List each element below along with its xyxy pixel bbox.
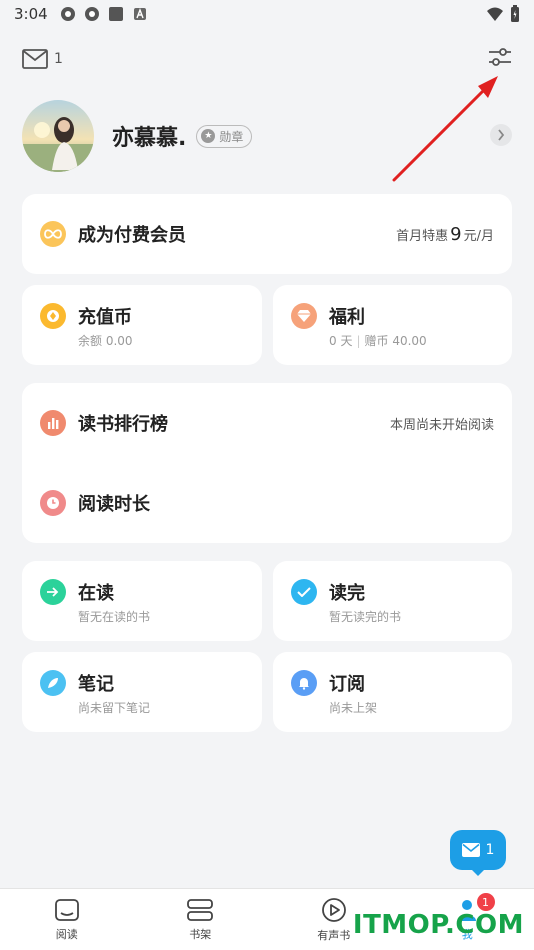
notes-card[interactable]: 笔记 尚未留下笔记 [22, 652, 262, 732]
reading-title: 在读 [78, 583, 114, 604]
finished-card[interactable]: 读完 暂无读完的书 [273, 561, 512, 641]
notes-title: 笔记 [78, 674, 114, 695]
reading-card[interactable]: 在读 暂无在读的书 [22, 561, 262, 641]
audiobook-icon [321, 897, 346, 922]
recharge-title: 充值币 [78, 307, 132, 328]
fab-tail [470, 868, 486, 876]
coin-icon [40, 303, 66, 329]
square-notification-icon [108, 7, 123, 21]
mail-button[interactable]: 1 [22, 49, 63, 69]
app-notification-icon [60, 7, 75, 21]
duration-title: 阅读时长 [78, 494, 150, 515]
battery-icon [511, 5, 519, 22]
vip-price: 9 [450, 223, 462, 245]
welfare-card[interactable]: 福利 0 天 | 赠币 40.00 [273, 285, 512, 365]
notes-sub: 尚未留下笔记 [78, 701, 151, 715]
status-time: 3:04 [14, 5, 48, 23]
floating-message-button[interactable]: 1 [450, 830, 506, 870]
nav-item-bookshelf[interactable]: 书架 [134, 889, 268, 950]
subscribe-title: 订阅 [329, 674, 365, 695]
finished-title: 读完 [329, 583, 365, 604]
settings-button[interactable] [488, 46, 512, 72]
recharge-card[interactable]: 充值币 余额 0.00 [22, 285, 262, 365]
vip-title: 成为付费会员 [78, 225, 186, 246]
mail-icon [22, 49, 48, 69]
nav-label-bookshelf: 书架 [189, 927, 212, 941]
subscribe-sub: 尚未上架 [329, 701, 378, 715]
star-icon: ★ [201, 129, 216, 143]
nav-label-read: 阅读 [55, 927, 78, 941]
reading-stats-card: 读书排行榜 本周尚未开始阅读 阅读时长 [22, 383, 512, 543]
wifi-icon [487, 7, 503, 21]
badge-label: 勋章 [219, 129, 244, 144]
settings-sliders-icon [489, 48, 511, 66]
recharge-balance: 余额 0.00 [78, 334, 133, 348]
nav-label-audiobook: 有声书 [317, 928, 351, 942]
duration-row[interactable]: 阅读时长 [40, 490, 494, 516]
app-notification-icon [84, 7, 99, 21]
ranking-row[interactable]: 读书排行榜 本周尚未开始阅读 [40, 410, 494, 436]
arrow-right-icon [40, 579, 66, 605]
medal-badge[interactable]: ★ 勋章 [196, 124, 253, 148]
bell-icon [291, 670, 317, 696]
bar-chart-icon [40, 410, 66, 436]
a-notification-icon [133, 8, 146, 20]
read-icon [54, 898, 79, 921]
avatar[interactable] [22, 100, 94, 172]
chevron-right-icon [498, 129, 505, 141]
feather-icon [40, 670, 66, 696]
clock-icon [40, 490, 66, 516]
mail-count: 1 [54, 51, 63, 67]
ranking-title: 读书排行榜 [78, 414, 168, 435]
infinity-icon [40, 221, 66, 247]
subscribe-card[interactable]: 订阅 尚未上架 [273, 652, 512, 732]
welfare-coins: 赠币 40.00 [364, 334, 427, 348]
diamond-icon [291, 303, 317, 329]
check-icon [291, 579, 317, 605]
bookshelf-icon [187, 898, 214, 921]
username: 亦慕慕. [112, 126, 187, 151]
watermark-logo: ITMOP.COM [352, 910, 524, 940]
vip-prefix: 首月特惠 [396, 228, 449, 244]
welfare-days: 0 天 [329, 334, 353, 348]
finished-sub: 暂无读完的书 [329, 610, 402, 624]
fab-count: 1 [485, 842, 495, 858]
profile-chevron-button[interactable] [490, 124, 512, 146]
profile-section[interactable]: 亦慕慕. ★ 勋章 [22, 100, 512, 172]
nav-item-read[interactable]: 阅读 [0, 889, 134, 950]
vip-unit: 元/月 [463, 228, 494, 244]
nav-badge: 1 [476, 893, 495, 911]
vip-price-text: 首月特惠 9 元/月 [396, 224, 494, 245]
vip-card[interactable]: 成为付费会员 首月特惠 9 元/月 [22, 194, 512, 274]
ranking-status: 本周尚未开始阅读 [389, 417, 494, 433]
welfare-sub: 0 天 | 赠币 40.00 [329, 334, 427, 348]
reading-sub: 暂无在读的书 [78, 610, 151, 624]
welfare-title: 福利 [329, 307, 365, 328]
mail-icon [461, 843, 480, 857]
status-bar: 3:04 [0, 0, 534, 28]
